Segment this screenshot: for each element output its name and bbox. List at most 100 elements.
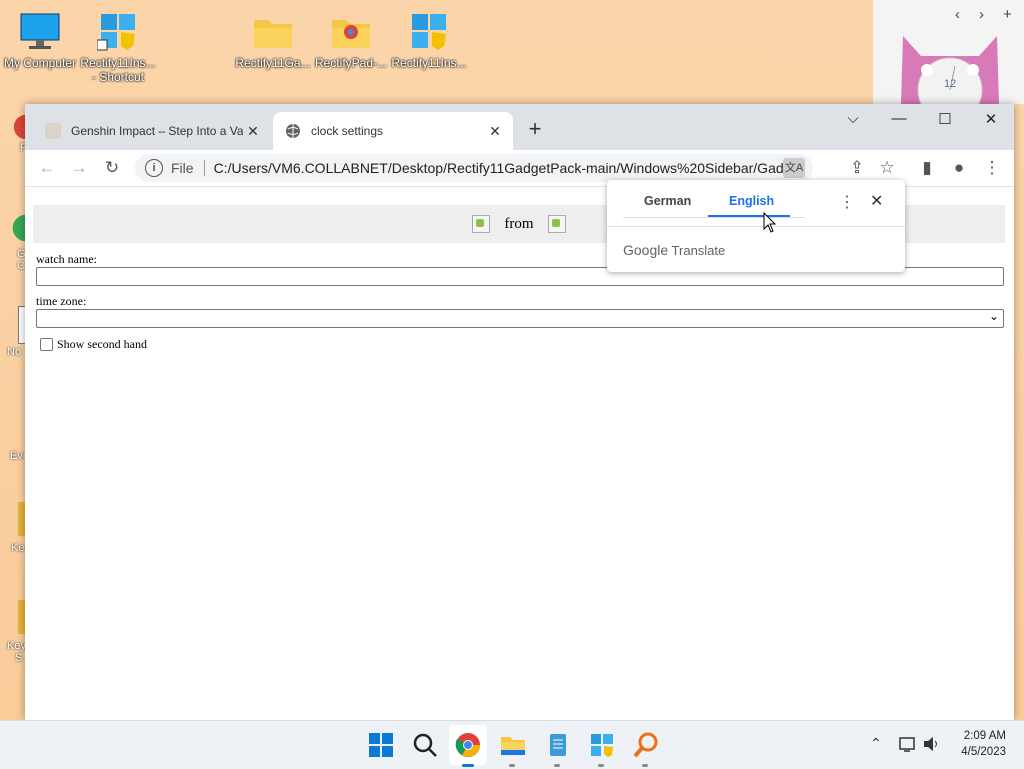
chevron-down-icon: ⌄ [988,309,999,323]
broken-image-icon [547,215,566,233]
tab-strip: Genshin Impact – Step Into a Vas ✕ clock… [25,104,1014,150]
info-icon[interactable]: i [145,159,163,177]
running-indicator [642,764,648,767]
mouse-cursor-icon [763,212,777,233]
installer-icon[interactable] [588,731,616,759]
key-icon [0,502,26,542]
notepad-icon [0,306,26,346]
url-text[interactable]: C:/Users/VM6.COLLABNET/Desktop/Rectify11… [214,160,783,176]
desktop-icon-partial[interactable]: Key S [0,600,26,664]
minimize-button[interactable]: — [879,110,919,127]
magnifier-tool-icon[interactable] [632,731,660,759]
volume-icon[interactable] [922,735,942,753]
search-icon[interactable] [411,731,439,759]
desktop-icon-rectify-gadgets[interactable]: Rectify11Ga... [233,12,313,70]
system-clock[interactable]: 2:09 AM 4/5/2023 [961,728,1006,760]
back-button[interactable]: ← [35,157,59,179]
chrome-icon[interactable] [454,731,482,759]
desktop-icon-label: Ke [11,542,25,554]
tab-clock-settings[interactable]: clock settings ✕ [273,112,513,150]
desktop-icon-rectify-installer[interactable]: Rectify11Ins... [389,12,469,70]
clock-number: 12 [944,78,957,90]
show-second-hand-checkbox[interactable] [40,338,53,351]
desktop-icon-label: Rectify11Ins... - Shortcut [80,56,156,84]
close-window-button[interactable]: ✕ [971,110,1011,128]
bookmark-star-icon[interactable]: ☆ [875,157,899,179]
key-icon [0,600,26,640]
forward-button[interactable]: → [67,157,91,179]
google-translate-logo: Google Translate [623,242,725,258]
translate-icon[interactable]: 文A [783,158,805,178]
desktop-icon-partial[interactable]: No [0,306,26,358]
close-tab-icon[interactable]: ✕ [485,123,505,140]
menu-kebab-icon[interactable]: ⋮ [980,157,1004,179]
desktop-icon-partial[interactable]: G C [0,208,26,272]
google-brand: Google [623,242,669,258]
new-tab-button[interactable]: + [525,116,545,142]
notepad-icon[interactable] [544,731,572,759]
address-bar[interactable]: i File C:/Users/VM6.COLLABNET/Desktop/Re… [135,154,813,182]
tab-title: Genshin Impact – Step Into a Vas [71,124,243,138]
clock-gadget-icon[interactable] [895,30,1005,104]
network-icon[interactable] [898,735,918,753]
tab-search-chevron-icon[interactable]: ⌵ [833,110,873,127]
time-zone-label: time zone: [36,294,87,308]
folder-icon [252,12,294,52]
desktop-icon-label: Eve [10,450,26,462]
close-tab-icon[interactable]: ✕ [243,123,263,140]
shortcut-icon [0,430,26,450]
genshin-favicon-icon [45,123,61,139]
add-gadget-icon[interactable]: + [1003,6,1012,23]
chevron-up-icon[interactable]: ⌃ [870,735,882,752]
desktop-icon-label: Rectify11Ga... [235,56,311,70]
start-windows-icon[interactable] [367,731,395,759]
chrome-icon [0,208,26,248]
desktop-icon-label: RectifyPad-... [314,56,388,70]
profile-avatar-icon[interactable]: ● [947,157,971,179]
desktop-icon-my-computer[interactable]: My Computer [0,12,80,70]
chrome-folder-icon [330,12,372,52]
desktop-icon-rectifypad[interactable]: RectifyPad-... [311,12,391,70]
language-tab-german[interactable]: German [644,194,691,208]
more-options-icon[interactable]: ⋮ [839,192,855,212]
desktop-icon-label: G [17,248,26,260]
scheme-label: File [171,160,194,176]
maximize-button[interactable]: ☐ [925,110,965,128]
side-panel-icon[interactable]: ▮ [915,157,939,179]
language-tab-english[interactable]: English [729,194,774,208]
chrome-icon [0,112,26,142]
tab-divider [623,217,805,218]
tab-title: clock settings [311,124,384,138]
show-second-hand-row: Show second hand [40,337,147,352]
desktop-icon-label: Rectify11Ins... [391,56,467,70]
tab-genshin[interactable]: Genshin Impact – Step Into a Vas ✕ [33,112,271,150]
taskbar: ⌃ 2:09 AM 4/5/2023 [0,720,1024,769]
globe-icon [285,123,301,139]
desktop-icon-label: Key [7,640,26,652]
running-indicator [598,764,604,767]
desktop-icon-rectify-shortcut[interactable]: Rectify11Ins... - Shortcut [78,12,158,84]
desktop-icon-partial[interactable]: Eve [0,430,26,462]
chevron-left-icon[interactable]: ‹ [955,6,960,23]
header-text: from [504,215,534,232]
share-icon[interactable]: ⇪ [845,157,869,179]
running-indicator [509,764,515,767]
desktop-icon-label: F [20,142,26,154]
sidebar-gadget: ‹ › + 12 [873,0,1024,104]
desktop-icon-label: My Computer [3,56,77,70]
desktop-icon-label: S [15,652,23,664]
file-explorer-icon[interactable] [499,731,527,759]
show-second-hand-label[interactable]: Show second hand [57,337,147,352]
divider [607,226,905,227]
close-popup-icon[interactable]: ✕ [870,191,883,211]
time-zone-select[interactable]: ⌄ [36,309,1004,328]
running-indicator [554,764,560,767]
desktop-icon-partial[interactable]: F [0,112,26,154]
chevron-right-icon[interactable]: › [979,6,984,23]
monitor-icon [19,12,61,52]
windows-shield-icon [96,12,139,52]
windows-shield-icon [408,12,450,52]
reload-button[interactable]: ↻ [100,157,124,179]
clock-date: 4/5/2023 [961,746,1006,758]
desktop-icon-partial[interactable]: Ke [0,502,26,554]
